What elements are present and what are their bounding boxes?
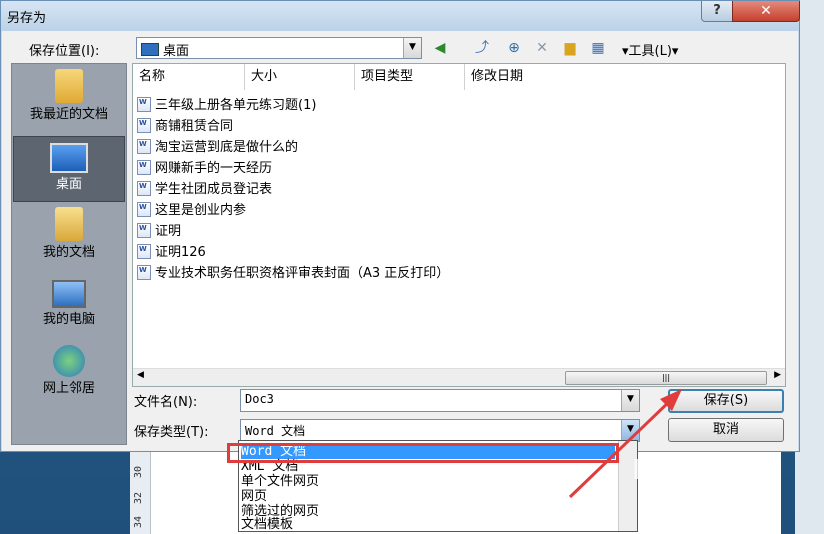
word-doc-icon: [137, 160, 151, 175]
place-label: 我的电脑: [42, 312, 95, 327]
save-in-combo[interactable]: 桌面 ▼: [136, 37, 422, 59]
column-header-type[interactable]: 项目类型: [355, 64, 465, 90]
filetype-option[interactable]: 网页: [241, 489, 267, 504]
word-doc-icon: [137, 97, 151, 112]
up-folder-icon[interactable]: ⤴: [472, 38, 492, 58]
places-bar: 我最近的文档 桌面 我的文档 我的电脑 网上邻居: [11, 63, 127, 445]
filetype-label: 保存类型(T):: [134, 425, 209, 440]
scroll-thumb[interactable]: |||: [565, 371, 767, 385]
views-icon[interactable]: ▦: [588, 38, 608, 58]
file-item[interactable]: 证明: [137, 222, 181, 242]
save-in-value: 桌面: [163, 44, 190, 59]
my-documents-icon: [55, 207, 83, 241]
my-computer-icon: [52, 280, 86, 308]
close-button[interactable]: ✕: [732, 1, 800, 22]
desktop-icon: [50, 143, 88, 173]
place-recent[interactable]: 我最近的文档: [13, 66, 125, 132]
filename-value: Doc3: [245, 392, 274, 406]
file-item[interactable]: 淘宝运营到底是做什么的: [137, 138, 298, 158]
scroll-left-icon[interactable]: ◀: [137, 370, 144, 380]
file-item[interactable]: 商铺租赁合同: [137, 117, 233, 137]
file-item[interactable]: 网赚新手的一天经历: [137, 159, 272, 179]
file-name: 这里是创业内参: [155, 203, 247, 218]
file-item[interactable]: 学生社团成员登记表: [137, 180, 272, 200]
file-name: 证明126: [155, 245, 206, 260]
scroll-right-icon[interactable]: ▶: [774, 370, 781, 380]
tools-menu[interactable]: ▾工具(L)▾: [622, 40, 678, 59]
word-doc-icon: [137, 139, 151, 154]
place-network[interactable]: 网上邻居: [13, 342, 125, 408]
place-desktop[interactable]: 桌面: [13, 136, 125, 202]
place-label: 我的文档: [42, 245, 95, 260]
file-name: 证明: [155, 224, 182, 239]
filetype-option[interactable]: 文档模板: [241, 517, 293, 532]
file-name: 商铺租赁合同: [155, 119, 234, 134]
network-icon: [53, 345, 85, 377]
word-doc-icon: [137, 202, 151, 217]
column-header-date[interactable]: 修改日期: [465, 64, 785, 90]
ruler-label: 34: [133, 516, 144, 529]
dialog-title: 另存为: [7, 11, 47, 26]
place-label: 桌面: [55, 177, 82, 192]
column-header-size[interactable]: 大小: [245, 64, 355, 90]
new-folder-icon[interactable]: ▆: [560, 38, 580, 58]
filetype-option[interactable]: 单个文件网页: [241, 474, 319, 489]
ruler-label: 32: [133, 492, 144, 505]
ruler-label: 30: [133, 466, 144, 479]
search-web-icon[interactable]: ⊕: [504, 38, 524, 58]
desktop-small-icon: [141, 43, 159, 56]
tools-label: 工具(L): [628, 44, 672, 59]
file-name: 学生社团成员登记表: [155, 182, 273, 197]
file-item[interactable]: 三年级上册各单元练习题(1): [137, 96, 316, 116]
title-bar[interactable]: 另存为 ? ✕: [1, 1, 800, 31]
horizontal-scrollbar[interactable]: ◀ ||| ▶: [133, 368, 785, 386]
place-my-computer[interactable]: 我的电脑: [13, 274, 125, 340]
file-name: 三年级上册各单元练习题(1): [155, 98, 317, 113]
help-button[interactable]: ?: [701, 1, 733, 22]
file-name: 网赚新手的一天经历: [155, 161, 273, 176]
save-in-label: 保存位置(I):: [29, 44, 100, 59]
place-my-documents[interactable]: 我的文档: [13, 204, 125, 270]
watermark-url: jingyan.baidu.com: [646, 496, 757, 510]
filetype-value: Word 文档: [245, 424, 306, 438]
word-doc-icon: [137, 223, 151, 238]
save-in-value-wrap: 桌面: [141, 40, 189, 59]
file-list[interactable]: 名称 大小 项目类型 修改日期 三年级上册各单元练习题(1) 商铺租赁合同 淘宝…: [132, 63, 786, 387]
recent-folder-icon: [55, 69, 83, 103]
place-label: 网上邻居: [42, 381, 95, 396]
column-header-name[interactable]: 名称: [133, 64, 245, 90]
word-doc-icon: [137, 118, 151, 133]
vertical-ruler: 30 32 34: [130, 448, 151, 534]
file-name: 专业技术职务任职资格评审表封面（A3 正反打印）: [155, 266, 450, 281]
file-item[interactable]: 这里是创业内参: [137, 201, 246, 221]
file-item[interactable]: 证明126: [137, 243, 206, 263]
word-doc-icon: [137, 181, 151, 196]
file-name: 淘宝运营到底是做什么的: [155, 140, 299, 155]
word-doc-icon: [137, 244, 151, 259]
word-doc-icon: [137, 265, 151, 280]
delete-icon[interactable]: ✕: [532, 38, 552, 58]
filename-label: 文件名(N):: [134, 395, 198, 410]
chevron-down-icon[interactable]: ▼: [403, 38, 421, 58]
back-icon[interactable]: ◀: [430, 38, 450, 58]
place-label: 我最近的文档: [29, 107, 108, 122]
watermark-brand: Baidu经验: [632, 453, 778, 486]
file-item[interactable]: 专业技术职务任职资格评审表封面（A3 正反打印）: [137, 264, 449, 284]
